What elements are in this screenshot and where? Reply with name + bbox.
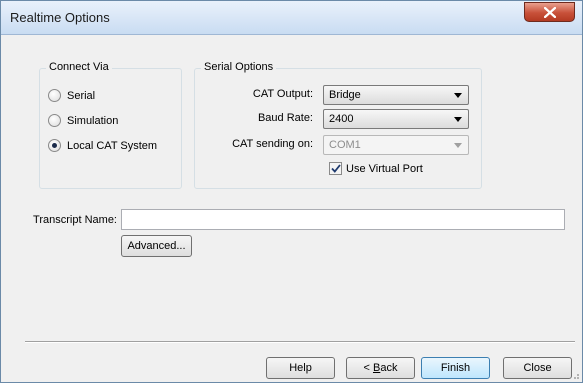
cat-sending-label: CAT sending on: — [232, 138, 313, 150]
back-button-label: < Back — [364, 362, 398, 374]
connect-via-group: Connect Via Serial Simulation Local CAT … — [39, 61, 182, 189]
radio-serial-button[interactable] — [48, 89, 61, 102]
baud-rate-select[interactable]: 2400 — [323, 109, 469, 129]
serial-options-label: Serial Options — [201, 61, 277, 73]
use-virtual-port-label: Use Virtual Port — [346, 162, 423, 175]
window-title: Realtime Options — [10, 10, 110, 25]
radio-simulation-label: Simulation — [67, 114, 119, 127]
cat-output-value: Bridge — [329, 89, 361, 101]
chevron-down-icon — [454, 117, 462, 122]
radio-simulation[interactable]: Simulation — [48, 114, 118, 127]
cat-sending-select[interactable]: COM1 — [323, 135, 469, 155]
cat-output-select[interactable]: Bridge — [323, 85, 469, 105]
connect-via-label: Connect Via — [46, 61, 112, 73]
baud-rate-label: Baud Rate: — [257, 112, 313, 124]
close-button-label: Close — [523, 362, 552, 374]
radio-serial-label: Serial — [67, 89, 96, 102]
baud-rate-value: 2400 — [329, 113, 354, 125]
transcript-name-input[interactable] — [121, 209, 565, 230]
radio-simulation-button[interactable] — [48, 114, 61, 127]
help-button-label: Help — [289, 362, 312, 374]
close-icon — [543, 6, 556, 18]
radio-serial[interactable]: Serial — [48, 89, 95, 102]
serial-options-group: Serial Options CAT Output: Bridge Baud R… — [194, 61, 482, 189]
finish-button-label: Finish — [440, 362, 471, 374]
finish-button[interactable]: Finish — [421, 357, 490, 379]
use-virtual-port-checkbox-row[interactable]: Use Virtual Port — [329, 162, 423, 175]
back-button[interactable]: < Back — [346, 357, 415, 379]
window-close-button[interactable] — [524, 2, 575, 22]
close-button[interactable]: Close — [503, 357, 572, 379]
footer-separator — [25, 341, 575, 343]
check-icon — [330, 164, 341, 173]
advanced-button[interactable]: Advanced... — [121, 235, 192, 257]
title-bar[interactable]: Realtime Options — [1, 1, 582, 35]
help-button[interactable]: Help — [266, 357, 335, 379]
back-prefix: < — [363, 362, 373, 374]
chevron-down-icon — [454, 93, 462, 98]
radio-local-cat-system-button[interactable] — [48, 139, 61, 152]
realtime-options-dialog: Realtime Options Connect Via Serial Simu… — [0, 0, 583, 383]
back-rest: ack — [380, 362, 398, 374]
resize-grip-icon[interactable] — [570, 370, 580, 380]
use-virtual-port-checkbox[interactable] — [329, 162, 342, 175]
chevron-down-icon — [454, 143, 462, 148]
advanced-button-label: Advanced... — [127, 240, 186, 252]
cat-output-label: CAT Output: — [252, 88, 313, 100]
radio-local-cat-system-label: Local CAT System — [67, 139, 158, 152]
cat-sending-value: COM1 — [329, 139, 361, 151]
radio-local-cat-system[interactable]: Local CAT System — [48, 139, 157, 152]
transcript-name-label: Transcript Name: — [33, 214, 117, 226]
